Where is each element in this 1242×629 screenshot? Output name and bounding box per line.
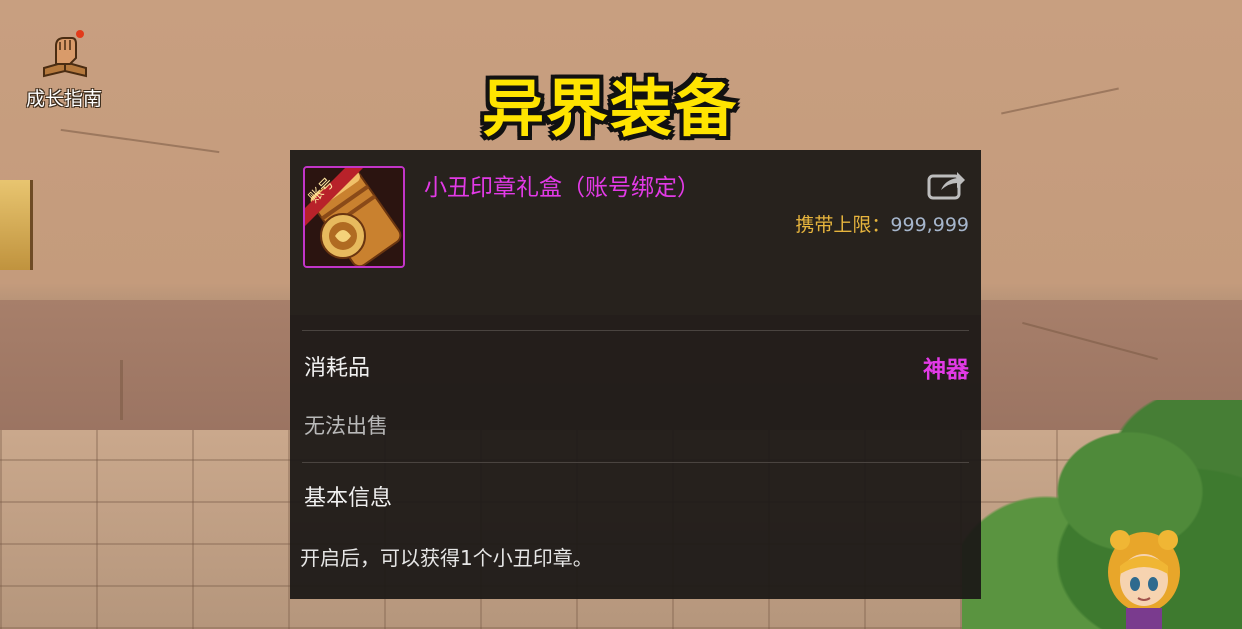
sell-status: 无法出售 — [304, 414, 388, 438]
item-seal-box-icon: 账号 — [303, 166, 405, 268]
carry-limit-label: 携带上限： — [795, 214, 891, 236]
carry-limit: 携带上限：999,999 — [795, 210, 969, 237]
item-name: 小丑印章礼盒（账号绑定） — [424, 175, 700, 201]
item-rarity: 神器 — [923, 357, 969, 383]
growth-guide-button[interactable]: 成长指南 — [14, 24, 114, 114]
carry-limit-value: 999,999 — [890, 214, 969, 236]
left-edge-panel — [0, 180, 33, 270]
item-tooltip: 账号 小丑印章礼盒（账号绑定） 携带上限：999,999 消耗品 神器 无法出售… — [290, 150, 981, 599]
item-type: 消耗品 — [304, 356, 371, 381]
item-description: 开启后，可以获得1个小丑印章。 — [300, 546, 593, 570]
divider — [302, 462, 969, 463]
overlay-title: 异界装备 — [481, 72, 738, 145]
share-export-icon[interactable] — [927, 168, 967, 202]
wall-crack — [1001, 87, 1119, 115]
character-sprite[interactable] — [1098, 522, 1190, 629]
game-scene: 成长指南 异界装备 账号 小丑印章礼盒（账号绑定） 携带上限：999,999 消… — [0, 0, 1242, 629]
wall-crack — [60, 128, 220, 154]
divider — [302, 330, 969, 331]
growth-guide-icon — [43, 30, 87, 78]
growth-guide-label: 成长指南 — [25, 88, 102, 110]
wall-crack — [120, 360, 123, 420]
section-title: 基本信息 — [304, 486, 393, 511]
